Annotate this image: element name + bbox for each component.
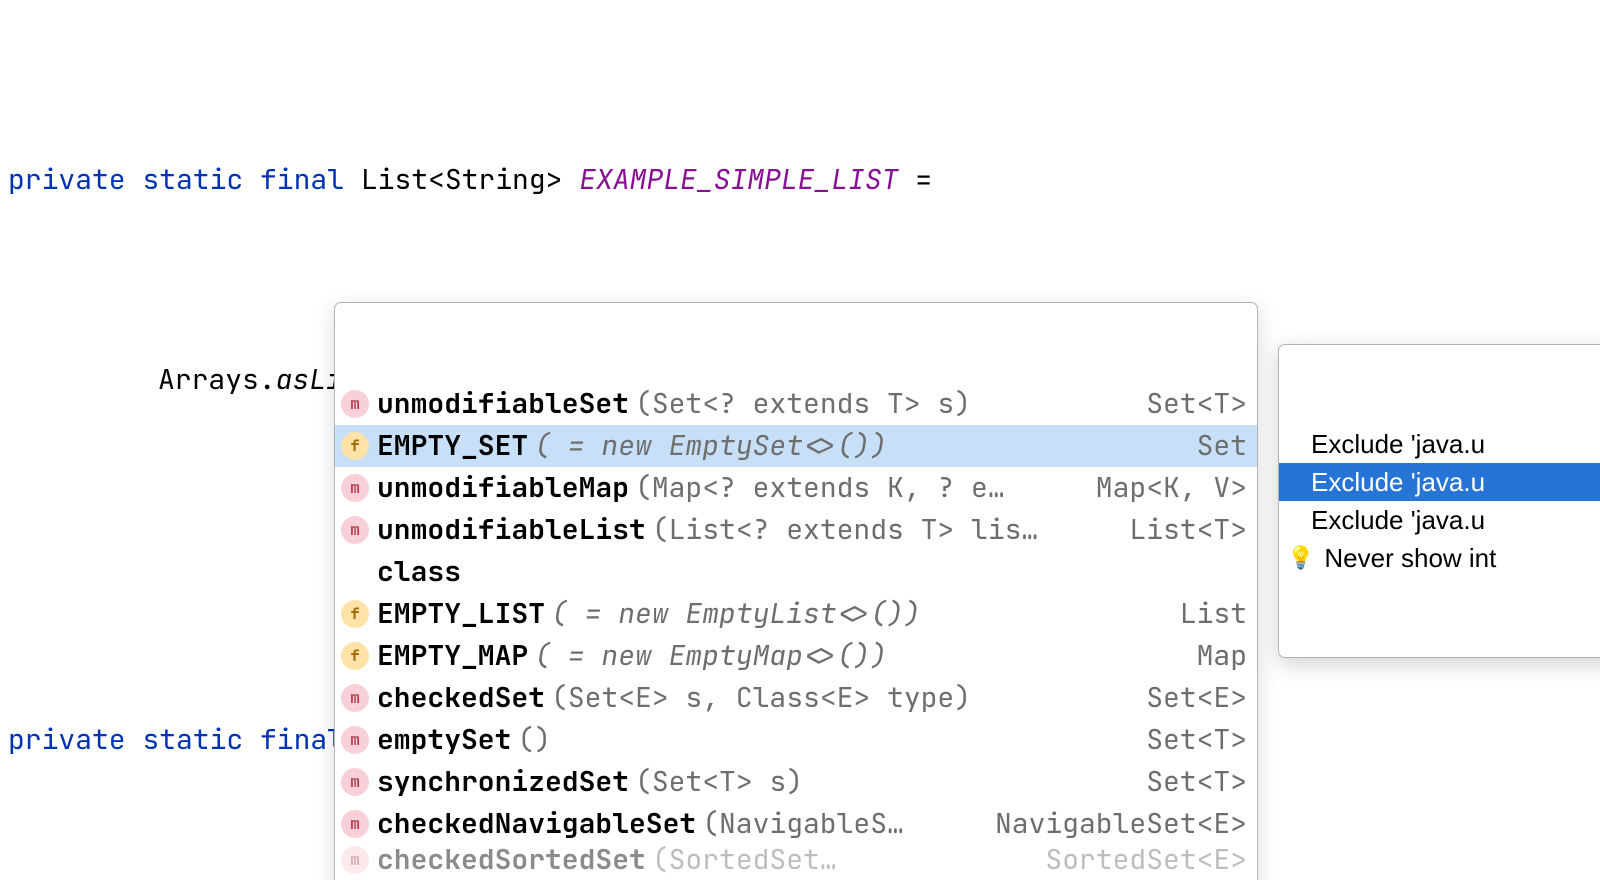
completion-name: EMPTY_MAP	[377, 636, 528, 676]
method-icon: m	[341, 726, 369, 754]
completion-return-type: List<T>	[1113, 510, 1247, 550]
completion-name: synchronizedSet	[377, 762, 629, 802]
completion-return-type: Set	[1181, 426, 1247, 466]
completion-return-type: Map<K, V>	[1080, 468, 1247, 508]
completion-signature: (Map<? extends K, ? e…	[635, 468, 1005, 508]
intention-submenu[interactable]: Exclude 'java.uExclude 'java.uExclude 'j…	[1278, 344, 1600, 658]
completion-item[interactable]: class	[335, 551, 1257, 593]
code-editor[interactable]: private static final List<String> EXAMPL…	[0, 0, 1600, 880]
completion-signature: ()	[517, 720, 551, 760]
completion-signature: (Set<E> s, Class<E> type)	[551, 678, 971, 718]
completion-signature: (NavigableS…	[702, 804, 904, 844]
completion-item[interactable]: m synchronizedSet(Set<T> s) Set<T>	[335, 761, 1257, 803]
completion-item[interactable]: m checkedSet(Set<E> s, Class<E> type) Set<…	[335, 677, 1257, 719]
method-icon: m	[341, 810, 369, 838]
completion-return-type: Set<T>	[1130, 384, 1247, 424]
completion-item[interactable]: m unmodifiableList(List<? extends T> lis……	[335, 509, 1257, 551]
method-icon: m	[341, 768, 369, 796]
type: List<String>	[361, 161, 579, 198]
method-icon: m	[341, 474, 369, 502]
completion-return-type: Set<T>	[1130, 720, 1247, 760]
completion-name: EMPTY_LIST	[377, 594, 545, 634]
completion-return-type: SortedSet<E>	[1029, 845, 1247, 875]
completion-return-type: List	[1164, 594, 1247, 634]
method-icon: m	[341, 516, 369, 544]
intention-item[interactable]: Exclude 'java.u	[1279, 425, 1600, 463]
completion-name: class	[377, 552, 461, 592]
intention-item[interactable]: Exclude 'java.u	[1279, 501, 1600, 539]
completion-signature: (Set<T> s)	[635, 762, 803, 802]
keyword: private static final	[8, 161, 361, 198]
field-icon: f	[341, 642, 369, 670]
intention-label: Exclude 'java.u	[1311, 424, 1485, 464]
completion-signature: (List<? extends T> lis…	[652, 510, 1038, 550]
completion-item[interactable]: m checkedNavigableSet(NavigableS… Navigabl…	[335, 803, 1257, 845]
completion-return-type: NavigableSet<E>	[979, 804, 1247, 844]
completion-signature: ( = new EmptyMap<>())	[534, 636, 887, 676]
intention-item[interactable]: Exclude 'java.u	[1279, 463, 1600, 501]
text: Arrays.	[158, 361, 276, 398]
intention-label: Exclude 'java.u	[1311, 462, 1485, 502]
completion-item[interactable]: f EMPTY_MAP( = new EmptyMap<>()) Map	[335, 635, 1257, 677]
completion-return-type: Map	[1181, 636, 1247, 676]
method-icon: m	[341, 846, 369, 874]
completion-name: unmodifiableMap	[377, 468, 629, 508]
completion-item[interactable]: f EMPTY_SET( = new EmptySet<>()) Set	[335, 425, 1257, 467]
completion-name: checkedNavigableSet	[377, 804, 696, 844]
completion-item[interactable]: m unmodifiableSet(Set<? extends T> s) Set<…	[335, 383, 1257, 425]
completion-return-type: Set<E>	[1130, 678, 1247, 718]
constant-name: EXAMPLE_SIMPLE_LIST	[579, 161, 898, 198]
intention-label: Never show int	[1324, 538, 1496, 578]
bulb-icon: 💡	[1287, 538, 1314, 578]
completion-name: unmodifiableList	[377, 510, 646, 550]
completion-item[interactable]: m unmodifiableMap(Map<? extends K, ? e… Ma…	[335, 467, 1257, 509]
completion-name: checkedSortedSet	[377, 845, 646, 875]
completion-item[interactable]: f EMPTY_LIST( = new EmptyList<>()) List	[335, 593, 1257, 635]
method-icon: m	[341, 684, 369, 712]
completion-signature: (Set<? extends T> s)	[635, 384, 971, 424]
code-line: private static final List<String> EXAMPL…	[8, 160, 1600, 200]
completion-name: emptySet	[377, 720, 511, 760]
completion-name: EMPTY_SET	[377, 426, 528, 466]
keyword: private static final	[8, 721, 361, 758]
completion-signature: ( = new EmptyList<>())	[551, 594, 921, 634]
code-completion-popup[interactable]: m unmodifiableSet(Set<? extends T> s) Set<…	[334, 302, 1258, 880]
method-icon: m	[341, 390, 369, 418]
field-icon: f	[341, 432, 369, 460]
completion-item[interactable]: m emptySet() Set<T>	[335, 719, 1257, 761]
intention-label: Exclude 'java.u	[1311, 500, 1485, 540]
completion-signature: ( = new EmptySet<>())	[534, 426, 887, 466]
completion-name: unmodifiableSet	[377, 384, 629, 424]
completion-signature: (SortedSet…	[652, 845, 837, 875]
completion-return-type: Set<T>	[1130, 762, 1247, 802]
completion-item[interactable]: m checkedSortedSet(SortedSet… SortedSet<E>	[335, 845, 1257, 875]
completion-name: checkedSet	[377, 678, 545, 718]
text: =	[898, 161, 932, 198]
intention-item[interactable]: 💡Never show int	[1279, 539, 1600, 577]
field-icon: f	[341, 600, 369, 628]
